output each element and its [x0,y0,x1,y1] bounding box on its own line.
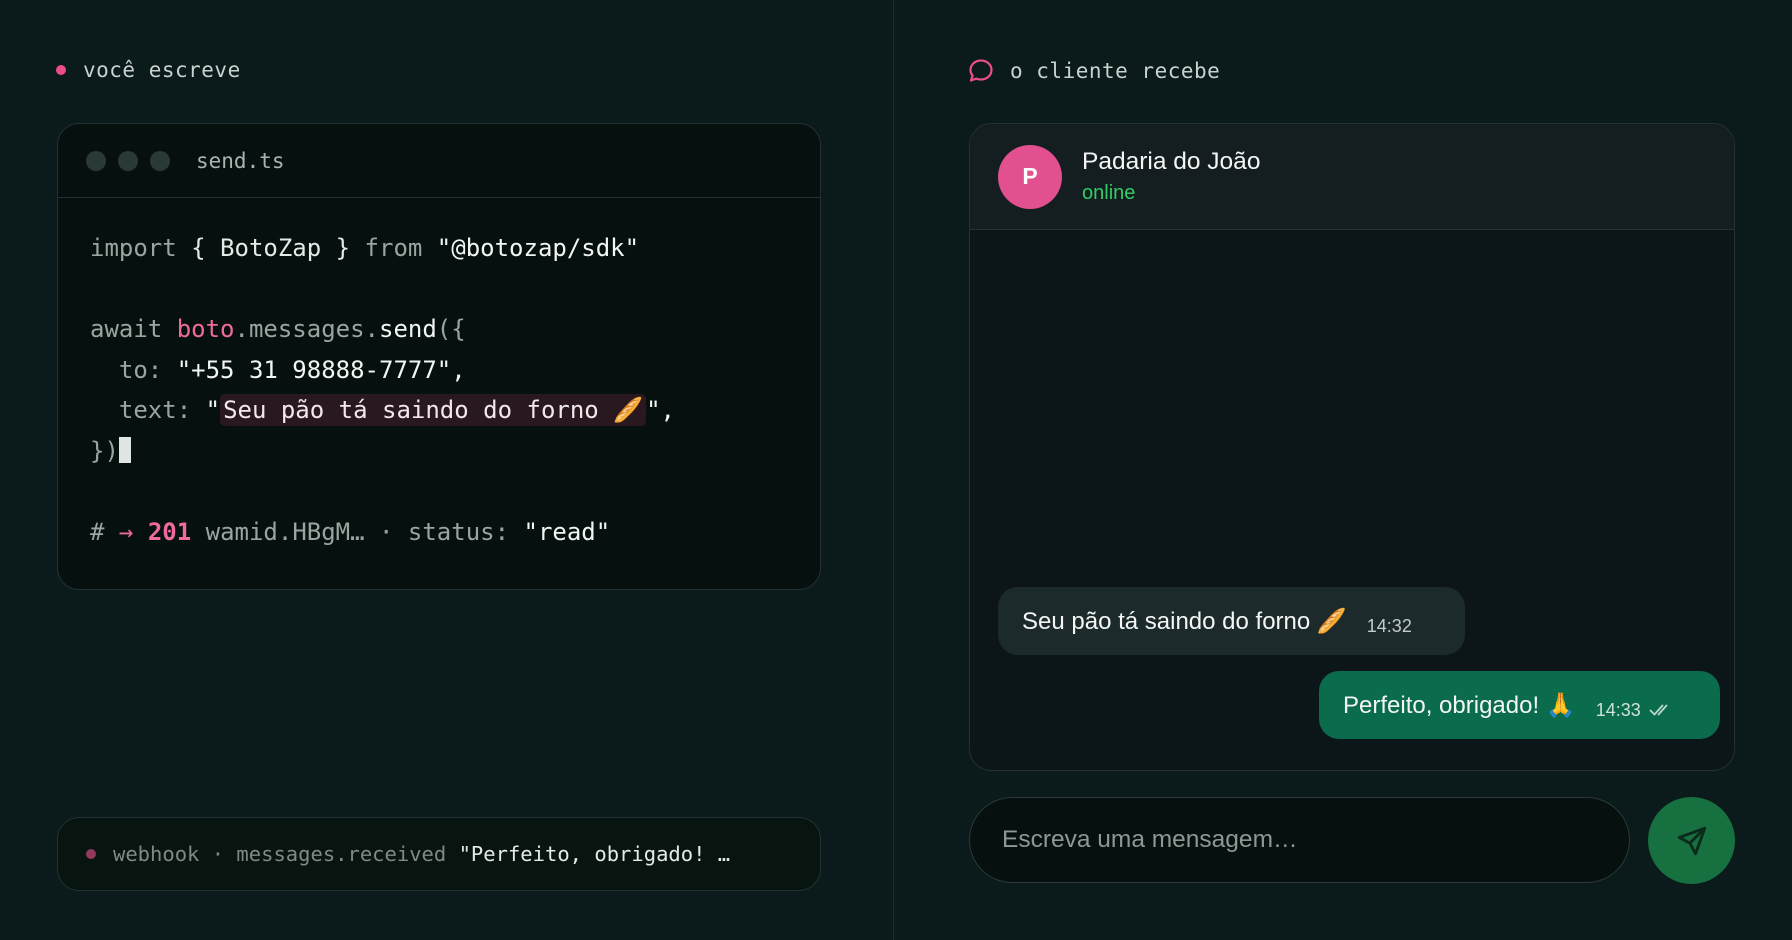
code-key: text: [90,396,192,424]
chat-bubble-icon [969,59,993,82]
code-line-6: # → 201 wamid.HBgM… · status: "read" [90,512,675,553]
left-section-title: você escreve [83,58,241,82]
message-input-placeholder: Escreva uma mensagem… [1002,826,1298,853]
code-key: to: [90,355,163,384]
send-button[interactable] [1648,797,1735,884]
webhook-text: "Perfeito, obrigado! … [446,842,731,866]
code-string: "+55 31 98888-7777", [162,355,466,384]
left-section-label: você escreve [56,58,241,82]
editor-titlebar: send.ts [58,124,820,198]
code-text: }) [90,436,119,465]
file-name: send.ts [196,148,285,173]
window-dot-icon [86,150,106,171]
left-panel: você escreve send.ts import { BotoZap } … [0,0,894,940]
code-line-2: await boto.messages.send({ [90,309,675,350]
code-comment: wamid.HBgM… · status: [191,517,510,546]
code-text: ", [646,396,675,424]
message-text: Perfeito, obrigado! 🙏 [1343,691,1576,719]
code-object: boto [162,315,235,343]
webhook-dot-icon [86,849,96,859]
code-line-5: }) [90,431,675,472]
code-text: " [191,396,221,424]
contact-name: Padaria do João [1082,148,1261,175]
response-status: "read" [509,517,611,546]
contact-info: Padaria do João online [1082,148,1260,205]
webhook-log: webhook · messages.received "Perfeito, o… [57,817,821,891]
code-editor: send.ts import { BotoZap } from "@botoza… [57,123,821,590]
code-line-empty: ​ [90,471,675,512]
code-arrow: → [104,517,148,546]
chat-header: P Padaria do João online [970,124,1734,230]
status-dot-icon [56,65,66,75]
code-keyword: from [364,234,423,262]
code-body[interactable]: import { BotoZap } from "@botozap/sdk"​a… [90,228,675,552]
right-section-label: o cliente recebe [968,58,1220,84]
webhook-label: webhook · messages.received [113,842,447,866]
message-input[interactable]: Escreva uma mensagem… [969,797,1630,883]
code-text: ({ [436,315,466,343]
contact-status: online [1082,182,1136,204]
message-outgoing[interactable]: Perfeito, obrigado! 🙏 14:33 [1319,671,1720,739]
code-highlighted-string: Seu pão tá saindo do forno 🥖 [220,394,647,426]
chat-window: P Padaria do João online Seu pão tá sain… [969,123,1735,771]
code-keyword: import [90,234,177,262]
code-comment: # [90,517,105,546]
code-line-3: to: "+55 31 98888-7777", [90,350,675,391]
code-keyword: await [90,315,163,343]
message-incoming[interactable]: Seu pão tá saindo do forno 🥖 14:32 [998,587,1465,655]
message-time: 14:33 [1595,699,1641,720]
code-line-empty: ​ [90,269,675,310]
code-text: { BotoZap } [176,234,365,262]
window-dot-icon [118,150,138,171]
code-line-1: import { BotoZap } from "@botozap/sdk" [90,228,675,269]
avatar[interactable]: P [998,144,1062,209]
window-dot-icon [150,150,170,171]
code-text: .messages. [234,315,380,343]
double-check-icon [1649,704,1668,716]
code-line-4: text: " Seu pão tá saindo do forno 🥖 ", [90,390,675,431]
message-time: 14:32 [1366,615,1412,636]
send-icon [1677,826,1706,855]
right-section-title: o cliente recebe [1010,59,1221,83]
code-string: "@botozap/sdk" [422,234,640,262]
code-function: send [379,315,437,343]
message-text: Seu pão tá saindo do forno 🥖 [1022,607,1347,635]
text-cursor [118,436,131,463]
right-panel: o cliente recebe P Padaria do João onlin… [895,0,1792,940]
response-code: 201 [147,517,192,546]
